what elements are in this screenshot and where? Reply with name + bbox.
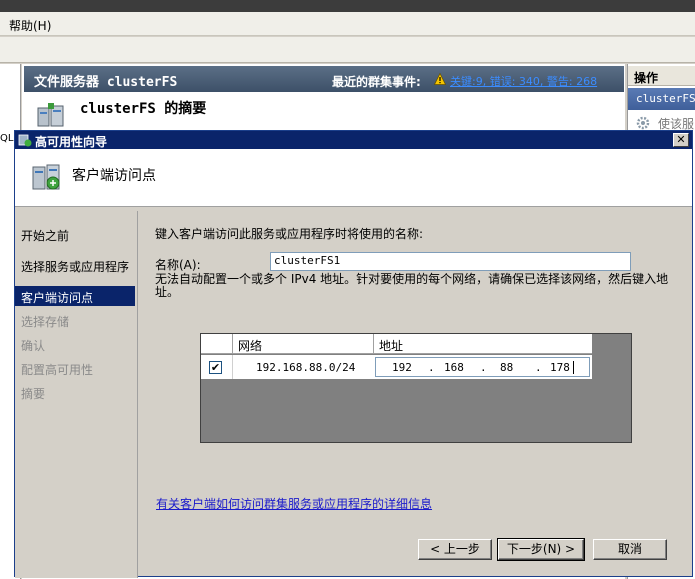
back-button[interactable]: < 上一步 [418,539,492,560]
dialog-title: 高可用性向导 [35,135,108,149]
more-info-link[interactable]: 有关客户端如何访问群集服务或应用程序的详细信息 [156,495,432,512]
header-check-column [201,334,233,353]
cluster-events-link[interactable]: 关键:9, 错误: 340, 警告: 268 [450,73,597,89]
wizard-icon [18,134,32,147]
text-caret [573,361,574,374]
recent-events-label: 最近的群集事件: [332,75,421,89]
console-tree-fragment: QL [0,133,14,144]
high-availability-wizard: 高可用性向导 ✕ 客户端访问点 开始之前 选择服务或应用程序 客户端访问点 选择… [14,130,693,578]
wizard-step-list: 开始之前 选择服务或应用程序 客户端访问点 选择存储 确认 配置高可用性 摘要 [15,211,138,578]
menu-bar: 帮助(H) [0,12,695,36]
instruction-text: 键入客户端访问此服务或应用程序时将使用的名称: [155,227,424,241]
step-select-service: 选择服务或应用程序 [21,260,130,274]
ip-dot: . [480,361,487,374]
ip-octet-2[interactable]: 168 [444,361,464,374]
ip-dot: . [428,361,435,374]
summary-title: clusterFS 的摘要 [80,101,207,117]
menu-help[interactable]: 帮助(H) [9,17,51,34]
step-client-access-point: 客户端访问点 [15,286,135,306]
actions-header: 操作 [628,66,695,86]
file-server-title: 文件服务器 clusterFS [34,75,178,90]
row-check-cell: ✔ [201,355,233,379]
dialog-title-bar[interactable]: 高可用性向导 ✕ [15,131,692,149]
step-confirmation: 确认 [21,339,46,353]
server-icon [37,103,64,127]
client-access-point-icon [32,164,60,190]
network-checkbox[interactable]: ✔ [209,361,222,374]
step-before-you-begin: 开始之前 [21,229,70,243]
ipv4-note: 无法自动配置一个或多个 IPv4 地址。针对要使用的每个网络，请确保已选择该网络… [155,272,669,299]
wizard-content: 键入客户端访问此服务或应用程序时将使用的名称: 名称(A): clusterFS… [139,211,692,578]
name-label: 名称(A): [155,258,201,272]
step-configure-ha: 配置高可用性 [21,363,94,377]
ip-octet-3[interactable]: 88 [500,361,513,374]
ip-octet-4[interactable]: 178 [550,361,570,374]
network-value: 192.168.88.0/24 [256,361,356,374]
actions-title: 操作 [634,71,659,85]
network-table: 网络 地址 ✔ 192.168.88.0/24 192 . 168 . 88 .… [200,333,632,443]
warning-icon [434,73,446,85]
table-row[interactable]: ✔ 192.168.88.0/24 192 . 168 . 88 . 178 [201,355,592,379]
step-select-storage: 选择存储 [21,315,70,329]
background-title-strip [0,0,695,12]
network-table-header: 网络 地址 [201,334,592,354]
page-heading: 客户端访问点 [72,168,156,184]
name-input[interactable]: clusterFS1 [270,252,631,271]
ip-address-input[interactable]: 192 . 168 . 88 . 178 [375,357,590,377]
next-button[interactable]: 下一步(N) > [497,538,585,561]
close-button[interactable]: ✕ [673,133,689,147]
cancel-button[interactable]: 取消 [593,539,667,560]
header-address[interactable]: 地址 [375,334,592,353]
actions-selected-item[interactable]: clusterFS [628,88,695,110]
toolbar [0,37,695,63]
actions-selected-label: clusterFS [636,92,695,105]
header-network[interactable]: 网络 [234,334,374,353]
ip-octet-1[interactable]: 192 [392,361,412,374]
file-server-header: 文件服务器 clusterFS 最近的群集事件: 关键:9, 错误: 340, … [24,66,624,92]
wizard-banner: 客户端访问点 [15,149,692,207]
gear-icon [636,116,650,130]
step-summary: 摘要 [21,387,46,401]
ip-dot: . [535,361,542,374]
